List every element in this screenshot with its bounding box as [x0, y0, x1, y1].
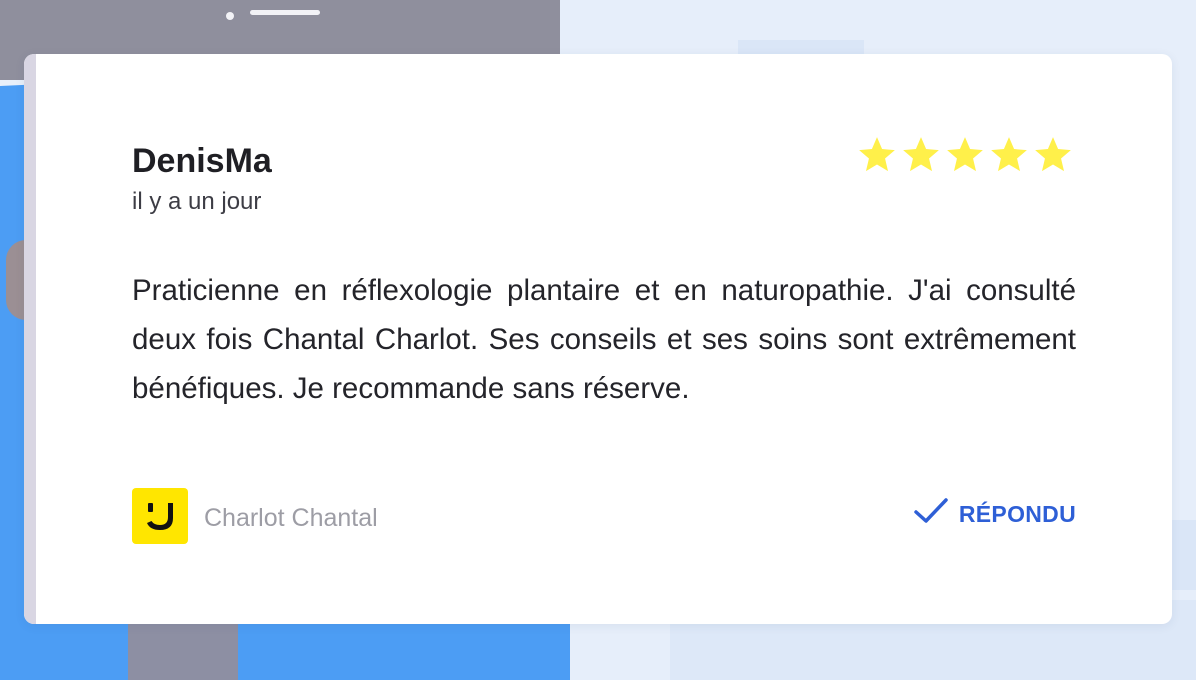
- star-icon: [900, 134, 942, 181]
- phone-camera: [226, 12, 234, 20]
- review-text: Praticienne en réflexologie plantaire et…: [132, 274, 1076, 405]
- review-date: il y a un jour: [132, 188, 262, 215]
- smile-logo-icon: [132, 488, 188, 544]
- star-rating: [856, 134, 1074, 181]
- star-icon: [944, 134, 986, 181]
- reply-status-label: RÉPONDU: [958, 500, 1076, 527]
- star-icon: [1032, 134, 1074, 181]
- reply-status-button[interactable]: RÉPONDU: [913, 496, 1076, 532]
- card-accent-bar: [24, 54, 36, 624]
- review-card: DenisMa il y a un jour Praticienne en ré…: [24, 54, 1172, 624]
- phone-speaker: [250, 10, 320, 15]
- check-icon: [913, 496, 949, 532]
- star-icon: [856, 134, 898, 181]
- star-icon: [988, 134, 1030, 181]
- merchant-name: Charlot Chantal: [204, 504, 378, 532]
- reviewer-name: DenisMa: [132, 142, 272, 180]
